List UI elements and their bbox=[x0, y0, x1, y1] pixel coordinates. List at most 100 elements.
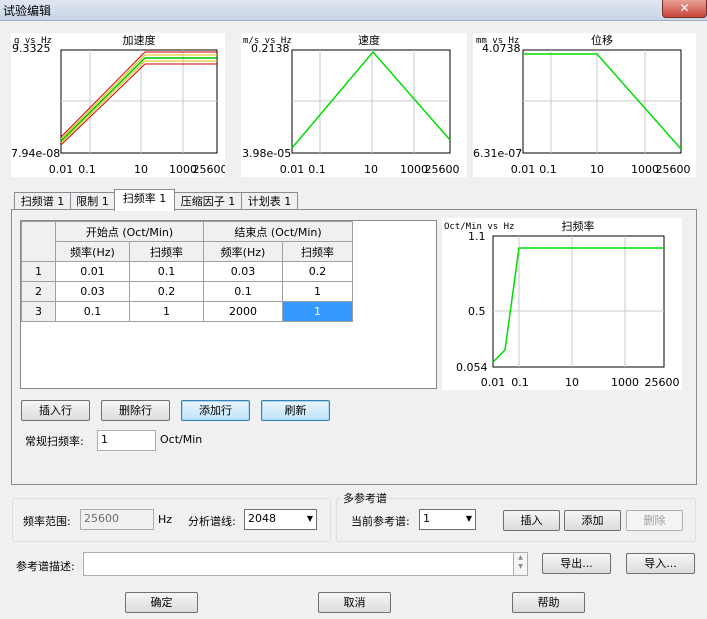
x-tick-label: 0.01 bbox=[481, 376, 506, 389]
y-min-label: 0.054 bbox=[456, 361, 488, 374]
description-scrollbar[interactable]: ▲ ▼ bbox=[513, 552, 528, 576]
start-freq-header: 频率(Hz) bbox=[55, 241, 130, 262]
x-tick-label: 1000 bbox=[611, 376, 639, 389]
end-freq-cell[interactable]: 0.1 bbox=[203, 281, 283, 302]
velocity-plot: m/s vs Hz 速度 0.2138 3.98e-05 0.01 0.1 10… bbox=[242, 33, 460, 176]
acceleration-chart: g vs Hz 加速度 9.3325 7.94e-08 0.01 0.1 10 … bbox=[11, 33, 225, 177]
x-tick-label: 25600 bbox=[425, 163, 460, 176]
multi-reference-group-title: 多参考谱 bbox=[341, 490, 389, 506]
x-tick-label: 25600 bbox=[193, 163, 226, 176]
x-tick-label: 0.1 bbox=[308, 163, 326, 176]
start-freq-cell[interactable]: 0.03 bbox=[55, 281, 130, 302]
corner-header bbox=[21, 221, 56, 262]
y-max-label: 0.2138 bbox=[251, 42, 290, 55]
analysis-lines-select[interactable]: 2048 ▼ bbox=[244, 509, 317, 530]
current-reference-value: 1 bbox=[423, 512, 430, 525]
chevron-down-icon: ▼ bbox=[306, 514, 313, 523]
reference-description-input[interactable] bbox=[83, 552, 514, 576]
table-row: 2 0.03 0.2 0.1 1 bbox=[21, 281, 353, 302]
start-rate-cell[interactable]: 0.2 bbox=[129, 281, 204, 302]
start-rate-cell[interactable]: 1 bbox=[129, 301, 204, 322]
row-index[interactable]: 2 bbox=[21, 281, 56, 302]
frequency-range-input[interactable]: 25600 bbox=[80, 509, 154, 530]
tab-sweep-spectrum[interactable]: 扫频谱 1 bbox=[14, 192, 71, 210]
sweep-rate-grid[interactable]: 开始点 (Oct/Min) 结束点 (Oct/Min) 频率(Hz) 扫频率 频… bbox=[20, 220, 437, 389]
end-rate-cell[interactable]: 0.2 bbox=[282, 261, 353, 282]
add-row-button[interactable]: 添加行 bbox=[181, 400, 250, 421]
tab-schedule[interactable]: 计划表 1 bbox=[241, 192, 298, 210]
frequency-range-label: 频率范围: bbox=[23, 515, 71, 528]
end-freq-cell[interactable]: 2000 bbox=[203, 301, 283, 322]
sweep-rate-chart: Oct/Min vs Hz 扫频率 1.1 0.5 0.054 0.01 0.1… bbox=[442, 218, 682, 390]
y-mid-label: 0.5 bbox=[468, 305, 486, 318]
end-freq-cell[interactable]: 0.03 bbox=[203, 261, 283, 282]
current-reference-select[interactable]: 1 ▼ bbox=[419, 509, 476, 530]
close-icon[interactable]: ✕ bbox=[662, 0, 707, 18]
x-tick-label: 10 bbox=[364, 163, 378, 176]
tab-compression-factor[interactable]: 压缩因子 1 bbox=[174, 192, 242, 210]
start-rate-cell[interactable]: 0.1 bbox=[129, 261, 204, 282]
x-tick-label: 10 bbox=[590, 163, 604, 176]
displacement-chart: mm vs Hz 位移 4.0738 6.31e-07 0.01 0.1 10 … bbox=[473, 33, 696, 177]
end-rate-cell[interactable]: 1 bbox=[282, 281, 353, 302]
row-index[interactable]: 3 bbox=[21, 301, 56, 322]
export-button[interactable]: 导出... bbox=[542, 553, 611, 574]
y-max-label: 9.3325 bbox=[12, 42, 51, 55]
x-tick-label: 25600 bbox=[656, 163, 691, 176]
import-button[interactable]: 导入... bbox=[626, 553, 695, 574]
y-min-label: 3.98e-05 bbox=[242, 147, 291, 160]
tab-sweep-rate[interactable]: 扫频率 1 bbox=[114, 189, 175, 211]
help-button[interactable]: 帮助 bbox=[512, 592, 585, 613]
x-tick-label: 0.1 bbox=[539, 163, 557, 176]
insert-row-button[interactable]: 插入行 bbox=[21, 400, 90, 421]
tab-limit[interactable]: 限制 1 bbox=[70, 192, 115, 210]
x-tick-label: 0.1 bbox=[78, 163, 96, 176]
scroll-up-icon[interactable]: ▲ bbox=[514, 553, 527, 562]
x-tick-label: 0.01 bbox=[511, 163, 536, 176]
add-reference-button[interactable]: 添加 bbox=[564, 510, 621, 531]
x-tick-label: 10 bbox=[134, 163, 148, 176]
chevron-down-icon: ▼ bbox=[465, 514, 472, 523]
chart-title: 加速度 bbox=[123, 33, 156, 47]
y-max-label: 1.1 bbox=[468, 230, 486, 243]
reference-description-label: 参考谱描述: bbox=[16, 560, 75, 573]
y-min-label: 6.31e-07 bbox=[473, 147, 522, 160]
insert-reference-button[interactable]: 插入 bbox=[503, 510, 560, 531]
sweep-rate-plot: Oct/Min vs Hz 扫频率 1.1 0.5 0.054 0.01 0.1… bbox=[444, 219, 680, 389]
x-tick-label: 0.01 bbox=[280, 163, 305, 176]
end-point-header: 结束点 (Oct/Min) bbox=[203, 221, 353, 242]
analysis-lines-value: 2048 bbox=[248, 512, 276, 525]
y-max-label: 4.0738 bbox=[482, 42, 521, 55]
x-tick-label: 0.01 bbox=[49, 163, 74, 176]
delete-row-button[interactable]: 删除行 bbox=[101, 400, 170, 421]
x-tick-label: 0.1 bbox=[511, 376, 529, 389]
scroll-down-icon[interactable]: ▼ bbox=[514, 562, 527, 571]
normal-sweep-rate-label: 常规扫频率: bbox=[25, 435, 84, 448]
y-min-label: 7.94e-08 bbox=[11, 147, 60, 160]
current-reference-label: 当前参考谱: bbox=[351, 515, 410, 528]
ok-button[interactable]: 确定 bbox=[125, 592, 198, 613]
analysis-lines-label: 分析谱线: bbox=[188, 515, 236, 528]
frequency-range-unit: Hz bbox=[158, 513, 173, 526]
row-index[interactable]: 1 bbox=[21, 261, 56, 282]
normal-sweep-rate-unit: Oct/Min bbox=[160, 433, 203, 446]
table-row: 1 0.01 0.1 0.03 0.2 bbox=[21, 261, 353, 282]
end-rate-cell-selected[interactable]: 1 bbox=[282, 301, 353, 322]
cancel-button[interactable]: 取消 bbox=[318, 592, 391, 613]
acceleration-plot: g vs Hz 加速度 9.3325 7.94e-08 0.01 0.1 10 … bbox=[11, 33, 226, 176]
chart-title: 位移 bbox=[591, 33, 613, 47]
start-freq-cell[interactable]: 0.01 bbox=[55, 261, 130, 282]
chart-title: 扫频率 bbox=[562, 219, 595, 233]
start-point-header: 开始点 (Oct/Min) bbox=[55, 221, 204, 242]
start-freq-cell[interactable]: 0.1 bbox=[55, 301, 130, 322]
title-bar: 试验编辑 ✕ bbox=[0, 0, 707, 21]
end-rate-header: 扫频率 bbox=[282, 241, 353, 262]
refresh-button[interactable]: 刷新 bbox=[261, 400, 330, 421]
delete-reference-button[interactable]: 删除 bbox=[626, 510, 683, 531]
x-tick-label: 10 bbox=[565, 376, 579, 389]
normal-sweep-rate-input[interactable]: 1 bbox=[97, 430, 156, 451]
sweep-rate-table: 开始点 (Oct/Min) 结束点 (Oct/Min) 频率(Hz) 扫频率 频… bbox=[21, 221, 353, 322]
start-rate-header: 扫频率 bbox=[129, 241, 204, 262]
window-title: 试验编辑 bbox=[3, 4, 52, 18]
chart-title: 速度 bbox=[358, 33, 380, 47]
